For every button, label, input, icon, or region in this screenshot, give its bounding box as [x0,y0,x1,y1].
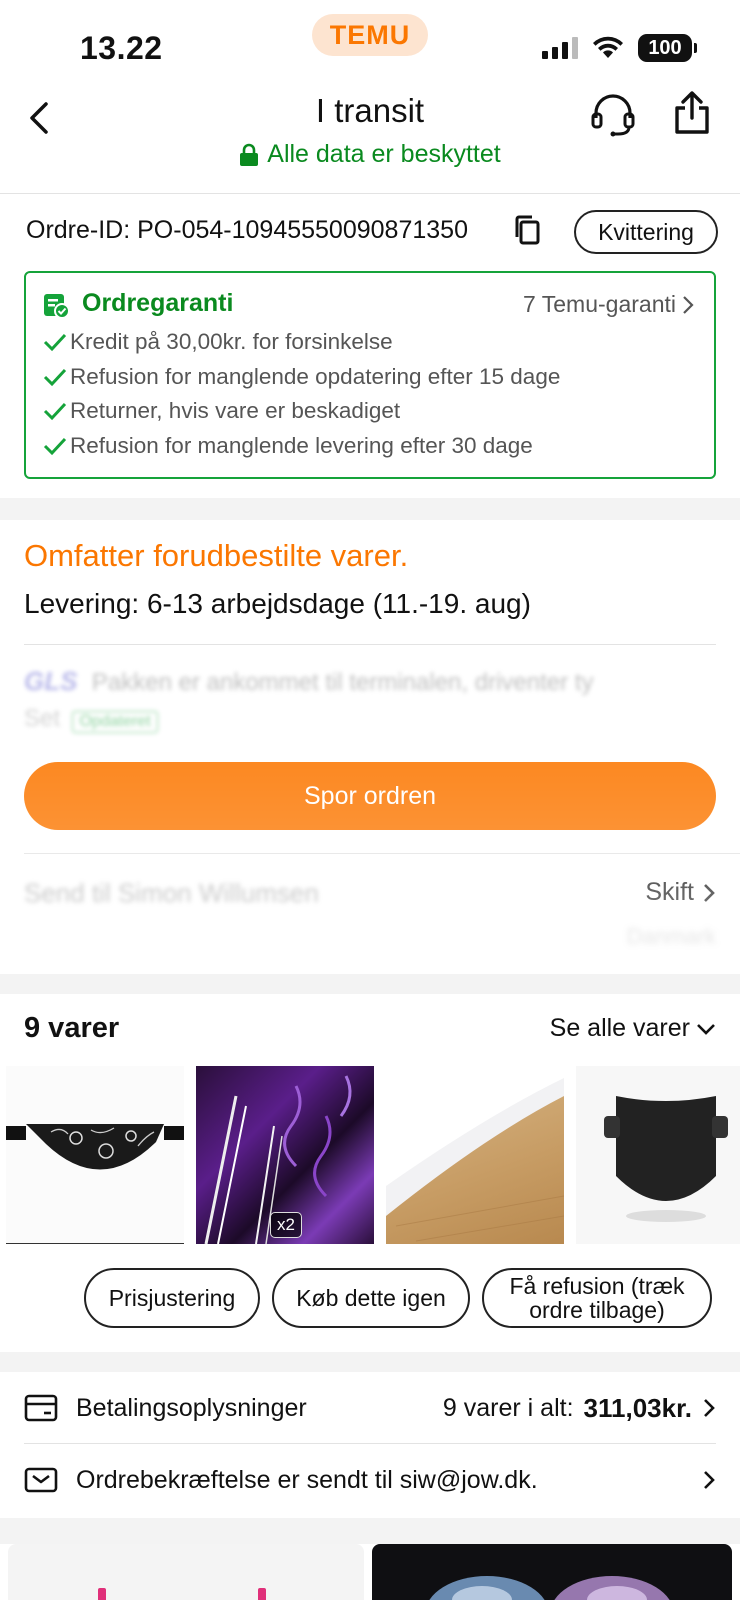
divider [24,644,716,645]
shipping-address[interactable]: Send til Simon Willumsen Skift Danmark [24,872,716,972]
refund-label-line2: ordre tilbage) [529,1297,665,1323]
divider [24,853,740,854]
lock-icon [240,143,259,166]
card-icon [24,1394,58,1422]
guarantee-title: Ordregaranti [82,289,234,317]
recipient-name: Send til Simon Willumsen [24,878,319,908]
section-divider [0,1352,740,1372]
mail-icon [24,1467,58,1493]
order-actions: Prisjustering Køb dette igen Få refusion… [84,1268,712,1328]
confirmation-text: Ordrebekræftelse er sendt til siw@jow.dk… [76,1465,538,1494]
check-icon [43,368,67,386]
temu-guarantee-link[interactable]: 7 Temu-garanti [523,291,694,318]
guarantee-item-text: Refusion for manglende opdatering efter … [70,363,561,389]
items-count: 9 varer [24,1012,120,1044]
item-thumbnail-black-visor[interactable] [576,1066,740,1244]
section-divider [0,498,740,520]
tracking-tag: Opdateret [72,711,158,733]
receipt-button[interactable]: Kvittering [574,210,718,254]
status-time: 13.22 [80,30,163,66]
address-line: Danmark [24,924,716,950]
chevron-right-icon [704,1471,715,1489]
quantity-badge: x2 [270,1212,302,1238]
order-id-row: Ordre-ID: PO-054-10945550090871350 Kvitt… [26,208,718,256]
support-button[interactable] [590,92,636,138]
guarantee-list: Kredit på 30,00kr. for forsinkelse Refus… [42,325,698,463]
share-button[interactable] [672,90,714,136]
change-address-button[interactable]: Skift [645,878,716,907]
section-divider [0,1518,740,1544]
change-label: Skift [645,878,694,906]
guarantee-item-text: Returner, hvis vare er beskadiget [70,398,401,424]
address-country: Danmark [626,924,716,949]
tracking-status[interactable]: GLS Pakken er ankommet til terminalen, d… [24,666,716,736]
payment-label: Betalingsoplysninger [76,1393,307,1422]
security-notice: Alle data er beskyttet [0,140,740,169]
chevron-down-icon [697,1023,715,1035]
tracking-text: Pakken er ankommet til terminalen, drive… [91,669,594,696]
divider [24,1443,716,1444]
headset-icon [591,94,635,137]
copy-button[interactable] [512,214,544,248]
item-thumbnails: x2 [6,1066,740,1244]
signal-icon [542,37,578,59]
guarantee-item: Kredit på 30,00kr. for forsinkelse [42,325,698,360]
guarantee-item: Refusion for manglende levering efter 30… [42,429,698,464]
preorder-notice: Omfatter forudbestilte varer. [24,538,409,573]
recommendation-card[interactable] [372,1544,732,1600]
guarantee-item-text: Kredit på 30,00kr. for forsinkelse [70,329,393,355]
order-id: Ordre-ID: PO-054-10945550090871350 [26,216,468,244]
order-confirmation-row[interactable]: Ordrebekræftelse er sendt til siw@jow.dk… [24,1450,716,1510]
wifi-icon [593,36,623,58]
product-image [98,1588,266,1600]
refund-label-line1: Få refusion (træk [509,1272,685,1299]
black-visor-image [604,1096,728,1222]
chevron-right-icon [704,1399,715,1417]
payment-total: 311,03kr. [583,1392,692,1423]
security-text: Alle data er beskyttet [267,140,501,168]
guarantee-item: Returner, hvis vare er beskadiget [42,394,698,429]
see-all-label: Se alle varer [549,1014,690,1042]
bandana-image [6,1124,184,1170]
copy-icon [515,215,540,245]
recommendations [8,1544,740,1600]
temu-logo: TEMU [312,14,428,56]
payment-info-row[interactable]: Betalingsoplysninger 9 varer i alt: 311,… [24,1378,716,1438]
item-thumbnail-white-film[interactable] [386,1066,564,1244]
product-image [429,1576,670,1600]
item-thumbnail-bandana[interactable] [6,1066,184,1244]
payment-summary: 9 varer i alt: [442,1393,574,1422]
share-icon [675,91,709,134]
chevron-right-icon [683,295,694,314]
guarantee-icon [44,294,70,319]
guarantee-link-label: 7 Temu-garanti [523,291,676,317]
refund-button[interactable]: Få refusion (træk ordre tilbage) [482,1268,712,1328]
battery-icon: 100 [638,34,697,62]
check-icon [43,334,67,352]
item-thumbnail-purple-wrap[interactable]: x2 [196,1066,374,1244]
chevron-right-icon [704,883,715,902]
see-all-items-button[interactable]: Se alle varer [550,1014,716,1043]
guarantee-item-text: Refusion for manglende levering efter 30… [70,432,533,458]
guarantee-header: Ordregaranti 7 Temu-garanti [42,287,698,325]
track-order-button[interactable]: Spor ordren [24,762,716,830]
status-icons: 100 [542,34,697,62]
buy-again-button[interactable]: Køb dette igen [272,1268,470,1328]
delivery-estimate: Levering: 6-13 arbejdsdage (11.-19. aug) [24,588,531,619]
check-icon [43,403,67,421]
check-icon [43,437,67,455]
header: I transit Alle data er beskyttet [0,86,740,194]
price-adjust-button[interactable]: Prisjustering [84,1268,260,1328]
recommendation-card[interactable] [8,1544,364,1600]
guarantee-item: Refusion for manglende opdatering efter … [42,360,698,395]
section-divider [0,974,740,994]
status-bar: 13.22 TEMU 100 [0,0,740,86]
order-guarantee-box: Ordregaranti 7 Temu-garanti Kredit på 30… [24,271,716,479]
white-film-image [386,1066,564,1242]
items-header: 9 varer Se alle varer [24,1012,716,1052]
carrier-logo: GLS [24,666,78,696]
